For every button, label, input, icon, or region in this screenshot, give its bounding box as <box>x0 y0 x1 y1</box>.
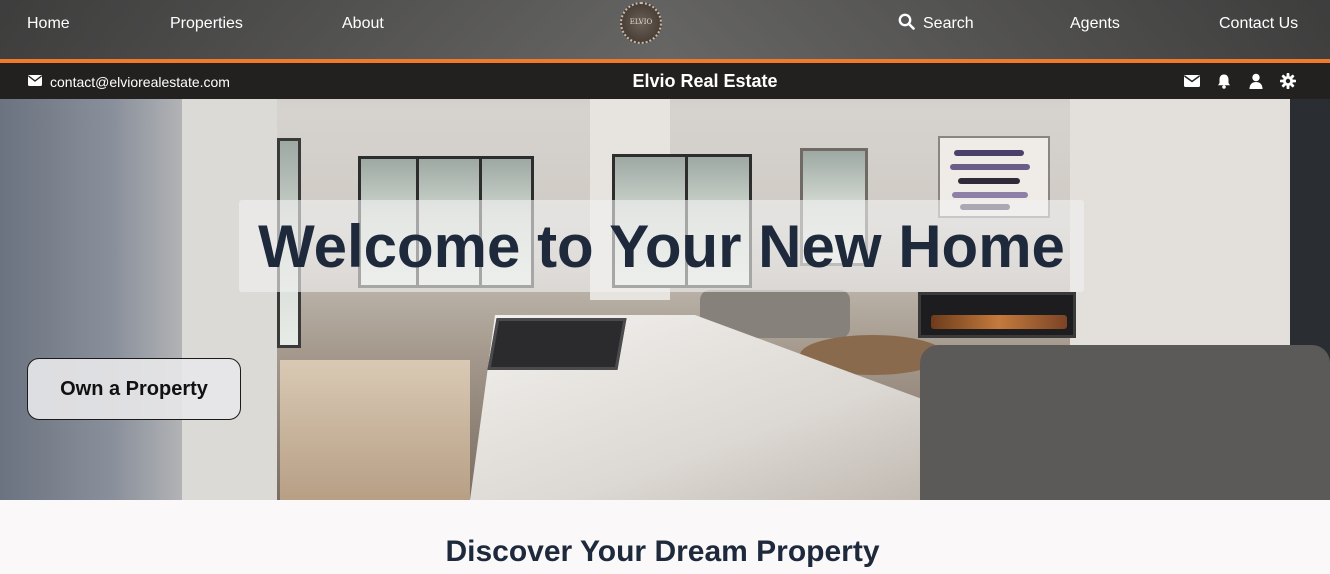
hero-wall <box>0 60 190 500</box>
bell-icon[interactable] <box>1216 73 1232 89</box>
section-title: Discover Your Dream Property <box>445 535 880 568</box>
nav-search[interactable]: Search <box>898 13 974 35</box>
hero-floor <box>280 360 470 500</box>
nav-agents[interactable]: Agents <box>1070 14 1120 34</box>
sink-image <box>487 318 627 370</box>
nav-contact[interactable]: Contact Us <box>1219 14 1298 34</box>
hero-wall-panel <box>182 95 277 500</box>
site-brand-name: Elvio Real Estate <box>632 71 778 91</box>
hero-title: Welcome to Your New Home <box>258 213 1065 280</box>
user-actions <box>1184 73 1296 89</box>
user-icon[interactable] <box>1248 73 1264 89</box>
nav-about[interactable]: About <box>342 14 384 34</box>
top-navigation: Home Properties About ELVIO Search Agent… <box>0 0 1330 60</box>
gear-icon[interactable] <box>1280 73 1296 89</box>
fireplace-image <box>918 292 1076 338</box>
brand-logo[interactable]: ELVIO <box>620 2 662 44</box>
nav-home[interactable]: Home <box>27 14 70 34</box>
nav-properties[interactable]: Properties <box>170 14 243 34</box>
hero-title-panel: Welcome to Your New Home <box>239 200 1084 292</box>
hero-sofa <box>920 345 1330 500</box>
search-icon <box>898 13 915 35</box>
envelope-icon[interactable] <box>1184 75 1200 87</box>
info-bar: contact@elviorealestate.com Elvio Real E… <box>0 63 1330 99</box>
nav-search-label[interactable]: Search <box>923 14 974 34</box>
own-property-button[interactable]: Own a Property <box>27 358 241 420</box>
logo-text: ELVIO <box>629 18 653 26</box>
